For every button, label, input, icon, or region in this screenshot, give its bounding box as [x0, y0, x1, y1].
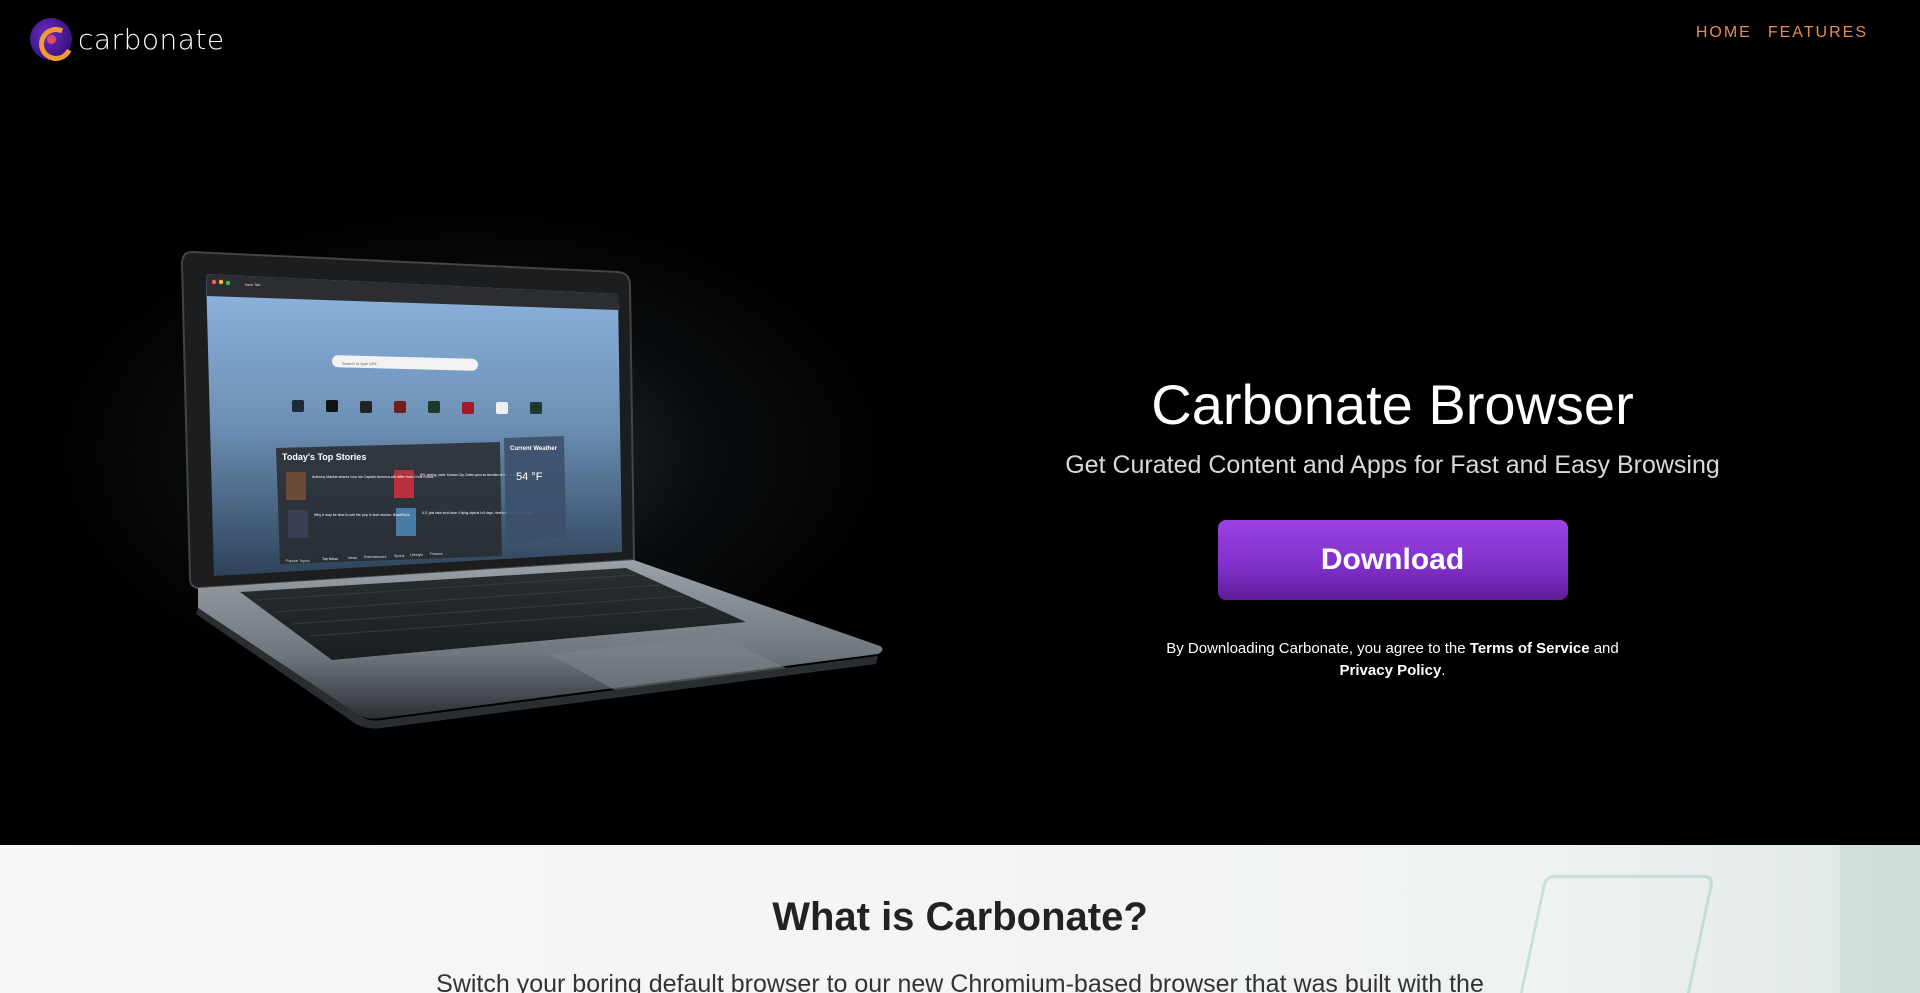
laptop-tab-popular: Popular Topics [286, 559, 310, 563]
laptop-tab-finance: Finance [430, 552, 443, 556]
laptop-story-3: Why it may be time to sell the pop in te… [314, 513, 410, 517]
terms-of-service-link[interactable]: Terms of Service [1470, 640, 1590, 657]
top-nav: HOME FEATURES [1696, 24, 1868, 42]
logo[interactable]: carbonate [30, 18, 225, 60]
download-button[interactable]: Download [1217, 520, 1568, 600]
legal-notice: By Downloading Carbonate, you agree to t… [1030, 638, 1755, 682]
laptop-tab-title: New Tab [245, 282, 261, 287]
privacy-policy-link[interactable]: Privacy Policy [1340, 662, 1442, 679]
carbonate-logo-icon [30, 18, 72, 60]
laptop-tab-sports: Sports [394, 554, 405, 558]
laptop-stories-title: Today's Top Stories [282, 452, 366, 462]
laptop-image: New Tab Search or type URL Today's Top S… [30, 160, 950, 760]
site-header: carbonate HOME FEATURES [0, 0, 1920, 80]
nav-home[interactable]: HOME [1696, 24, 1752, 42]
laptop-weather-title: Current Weather [510, 446, 558, 452]
hero-section: New Tab Search or type URL Today's Top S… [0, 80, 1920, 845]
nav-features[interactable]: FEATURES [1768, 24, 1868, 42]
laptop-tab-news: News [348, 556, 357, 560]
legal-suffix: . [1441, 662, 1446, 679]
hero-subtitle: Get Curated Content and Apps for Fast an… [1065, 451, 1720, 479]
laptop-search-placeholder: Search or type URL [342, 361, 378, 366]
laptop-tab-entertainment: Entertainment [364, 555, 386, 559]
laptop-weather-temp: 54 °F [516, 471, 543, 483]
laptop-tab-lifestyle: Lifestyle [410, 553, 423, 557]
logo-text: carbonate [78, 22, 225, 56]
legal-and: and [1589, 640, 1619, 657]
hero-content: Carbonate Browser Get Curated Content an… [1030, 290, 1755, 682]
what-is-section: What is Carbonate? Switch your boring de… [0, 845, 1920, 993]
laptop-tab-topnews: Top News [322, 557, 338, 561]
hero-title: Carbonate Browser [1151, 373, 1634, 436]
legal-prefix: By Downloading Carbonate, you agree to t… [1166, 640, 1470, 657]
laptop-story-1: Anthony Mackie shares how his Captain Am… [312, 475, 434, 479]
laptop-illustration: New Tab Search or type URL Today's Top S… [180, 250, 883, 729]
section-body: Switch your boring default browser to ou… [436, 970, 1484, 993]
section-title: What is Carbonate? [772, 895, 1148, 939]
